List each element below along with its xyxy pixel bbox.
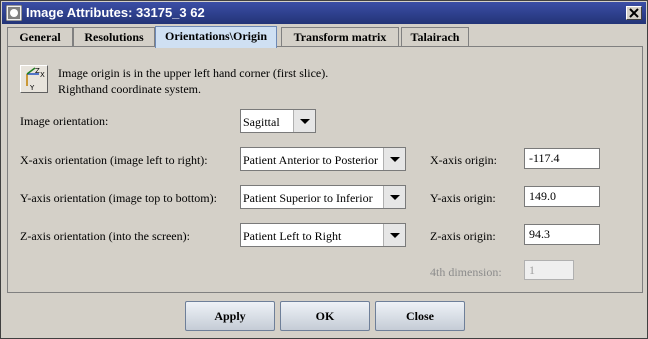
z-axis-origin-field[interactable]: 94.3	[524, 224, 600, 245]
fourth-dimension-field: 1	[524, 260, 574, 280]
ok-button[interactable]: OK	[280, 301, 370, 331]
image-attributes-dialog: Image Attributes: 33175_3 62 General Res…	[0, 0, 648, 339]
x-axis-orientation-label: X-axis orientation (image left to right)…	[20, 153, 208, 167]
y-axis-orientation-value: Patient Superior to Inferior	[243, 191, 373, 205]
y-axis-orientation-label: Y-axis orientation (image top to bottom)…	[20, 191, 217, 205]
x-axis-orientation-select[interactable]: Patient Anterior to Posterior	[240, 147, 406, 171]
close-window-button[interactable]	[626, 6, 642, 20]
y-axis-origin-field[interactable]: 149.0	[524, 186, 600, 207]
tab-orientations-origin[interactable]: Orientations\Origin	[155, 26, 277, 48]
close-button[interactable]: Close	[375, 301, 465, 331]
chevron-down-icon[interactable]	[383, 186, 405, 208]
z-axis-orientation-value: Patient Left to Right	[243, 229, 342, 243]
chevron-down-icon[interactable]	[383, 224, 405, 246]
z-axis-orientation-label: Z-axis orientation (into the screen):	[20, 229, 190, 243]
tab-general[interactable]: General	[7, 27, 73, 47]
x-axis-orientation-value: Patient Anterior to Posterior	[243, 153, 378, 167]
tab-transform-matrix[interactable]: Transform matrix	[281, 27, 399, 47]
apply-button[interactable]: Apply	[185, 301, 275, 331]
z-axis-orientation-select[interactable]: Patient Left to Right	[240, 223, 406, 247]
image-orientation-select[interactable]: Sagittal	[240, 109, 316, 133]
axes-icon: Z X Y	[20, 65, 48, 93]
svg-text:Y: Y	[29, 84, 35, 92]
tab-resolutions[interactable]: Resolutions	[73, 27, 155, 47]
window-title: Image Attributes: 33175_3 62	[26, 5, 205, 20]
x-axis-origin-label: X-axis origin:	[430, 153, 497, 167]
origin-info-text: Image origin is in the upper left hand c…	[58, 66, 329, 80]
chevron-down-icon[interactable]	[383, 148, 405, 170]
svg-text:X: X	[40, 71, 45, 79]
close-icon	[629, 8, 639, 18]
z-axis-origin-label: Z-axis origin:	[430, 229, 496, 243]
title-bar[interactable]: Image Attributes: 33175_3 62	[2, 2, 646, 24]
tab-talairach[interactable]: Talairach	[401, 27, 469, 47]
x-axis-origin-field[interactable]: -117.4	[524, 148, 600, 169]
chevron-down-icon[interactable]	[293, 110, 315, 132]
y-axis-origin-label: Y-axis origin:	[430, 191, 496, 205]
app-icon	[6, 5, 22, 21]
image-orientation-label: Image orientation:	[20, 114, 109, 128]
orientations-panel: Z X Y Image origin is in the upper left …	[7, 46, 643, 293]
image-orientation-value: Sagittal	[243, 115, 280, 129]
coordinate-system-text: Righthand coordinate system.	[58, 82, 201, 96]
fourth-dimension-label: 4th dimension:	[430, 265, 502, 279]
y-axis-orientation-select[interactable]: Patient Superior to Inferior	[240, 185, 406, 209]
